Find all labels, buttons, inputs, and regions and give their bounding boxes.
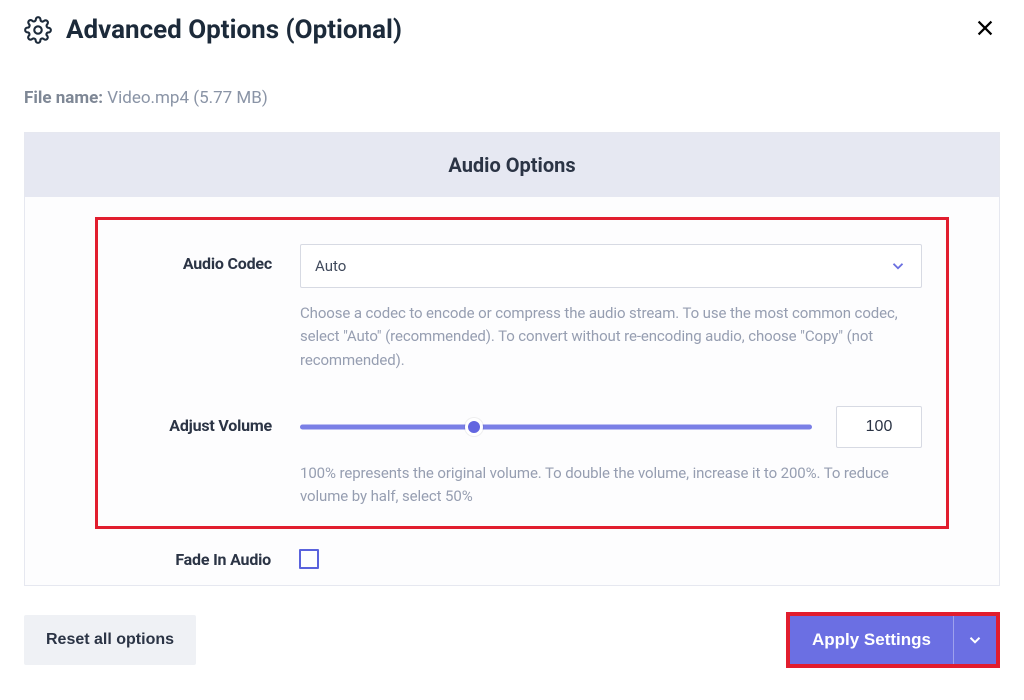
header-left: Advanced Options (Optional) [24, 15, 402, 45]
volume-value-input[interactable] [836, 406, 922, 448]
slider-track [300, 424, 812, 429]
options-body: Audio Codec Auto Choose a codec to encod… [25, 197, 999, 585]
close-icon [974, 17, 996, 39]
section-title: Audio Options [25, 133, 999, 197]
reset-button[interactable]: Reset all options [24, 615, 196, 665]
fade-in-checkbox[interactable] [299, 549, 319, 569]
file-name: Video.mp4 [107, 88, 189, 108]
apply-button[interactable]: Apply Settings [790, 616, 953, 664]
apply-dropdown-button[interactable] [953, 616, 996, 664]
gear-icon [24, 16, 52, 44]
file-label: File name: [24, 88, 103, 108]
audio-codec-select[interactable]: Auto [300, 244, 922, 288]
chevron-down-icon [889, 257, 907, 275]
audio-codec-help: Choose a codec to encode or compress the… [300, 302, 922, 372]
chevron-down-icon [966, 631, 984, 649]
volume-slider[interactable] [300, 415, 812, 439]
options-panel: Audio Options Audio Codec Auto Choose a … [24, 132, 1000, 586]
audio-codec-value: Auto [315, 257, 346, 275]
dialog-footer: Reset all options Apply Settings [24, 612, 1000, 668]
page-title: Advanced Options (Optional) [66, 15, 402, 45]
fade-in-label: Fade In Audio [121, 550, 271, 569]
audio-codec-label: Audio Codec [122, 244, 272, 273]
highlight-group: Audio Codec Auto Choose a codec to encod… [95, 217, 949, 529]
file-size: (5.77 MB) [193, 88, 268, 108]
fade-in-row: Fade In Audio [95, 549, 949, 569]
adjust-volume-row: Adjust Volume 100% represents the origin… [122, 406, 922, 509]
adjust-volume-label: Adjust Volume [122, 406, 272, 435]
audio-codec-row: Audio Codec Auto Choose a codec to encod… [122, 244, 922, 372]
apply-button-group: Apply Settings [786, 612, 1000, 668]
file-info: File name: Video.mp4 (5.77 MB) [24, 88, 1000, 108]
slider-thumb[interactable] [465, 418, 483, 436]
dialog-header: Advanced Options (Optional) [24, 12, 1000, 48]
close-button[interactable] [970, 12, 1000, 48]
volume-help: 100% represents the original volume. To … [300, 462, 922, 509]
